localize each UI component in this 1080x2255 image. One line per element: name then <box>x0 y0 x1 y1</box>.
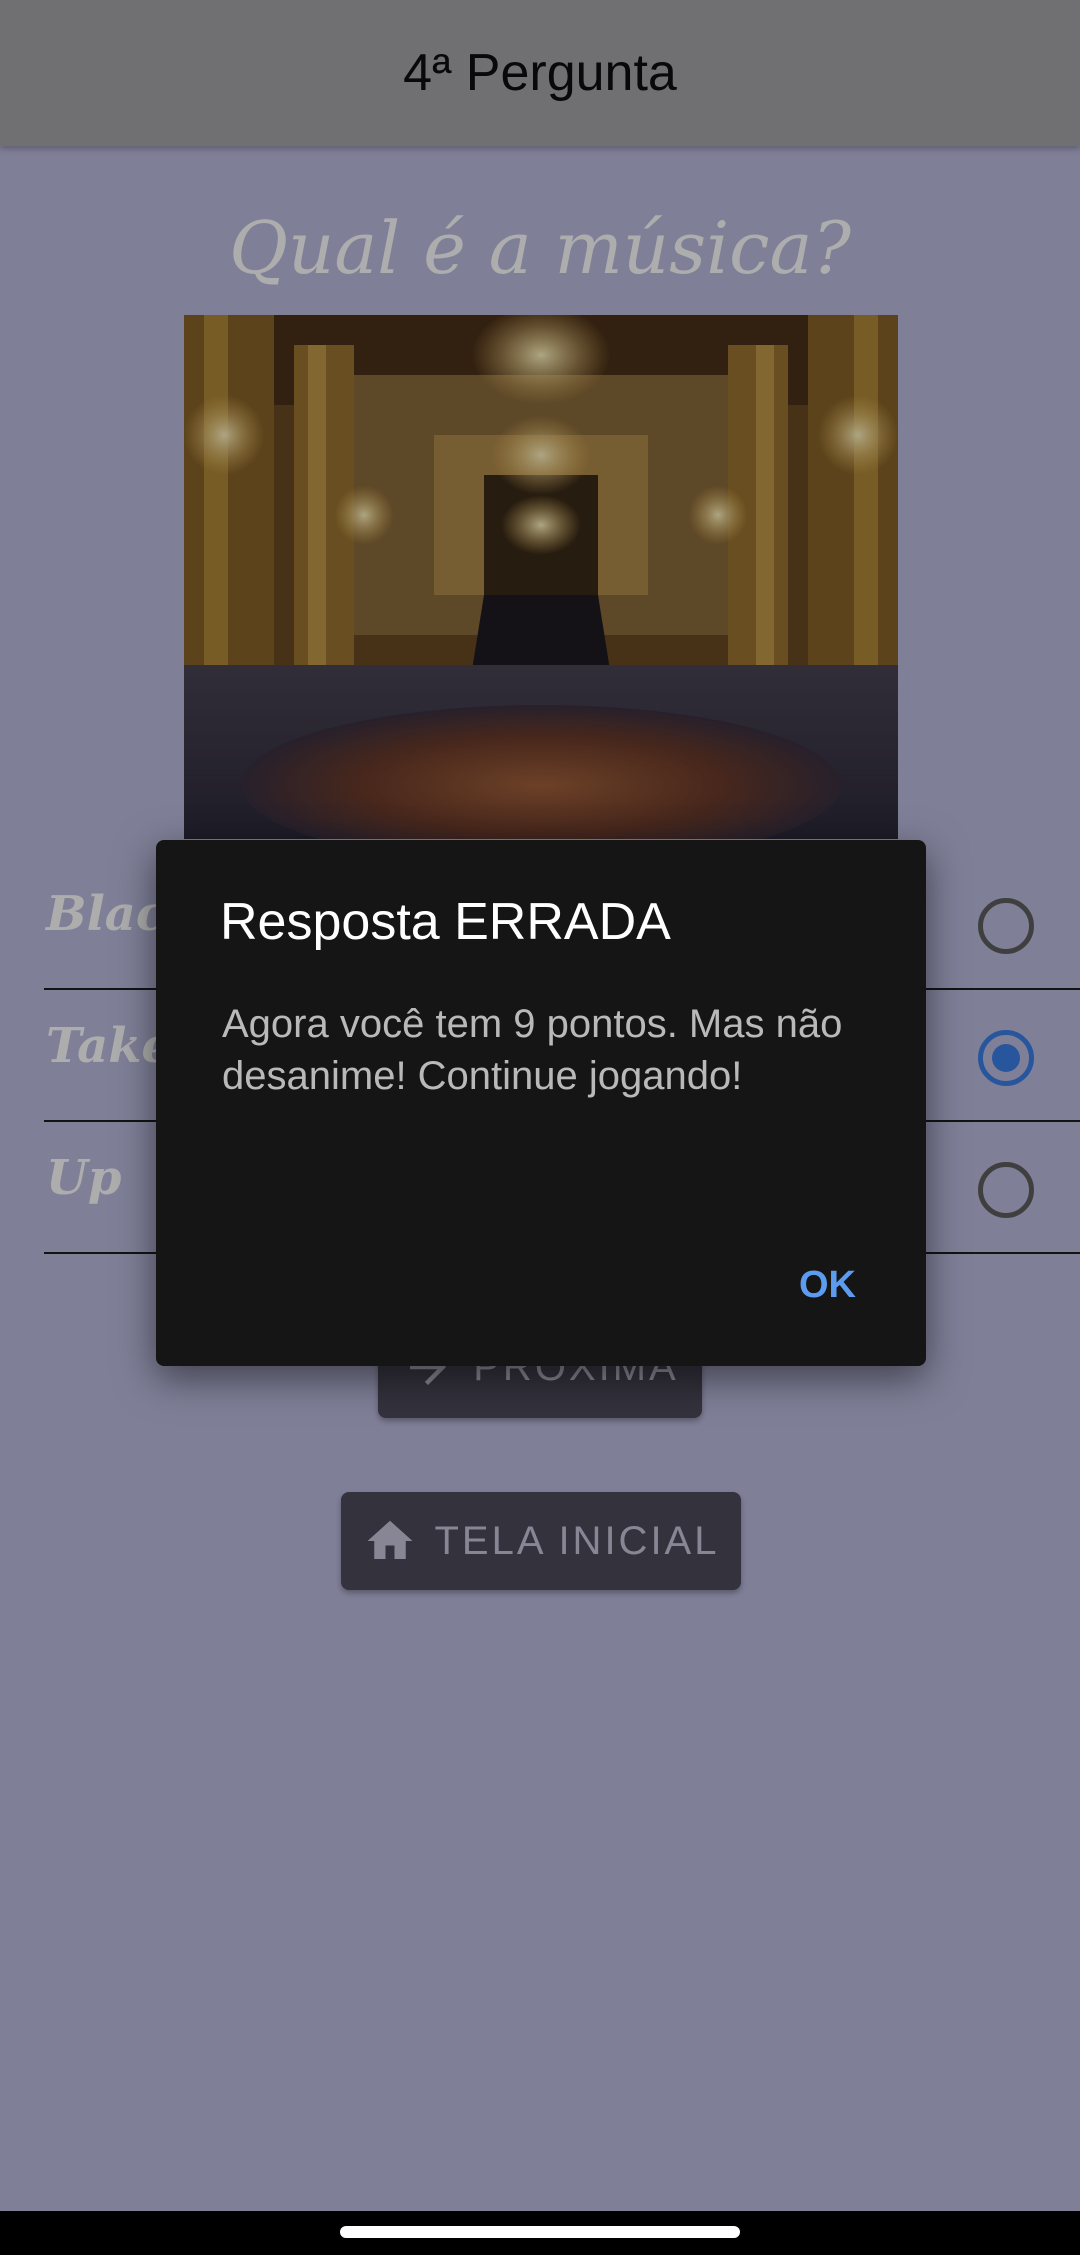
result-dialog: Resposta ERRADA Agora você tem 9 pontos.… <box>156 840 926 1366</box>
ok-button[interactable]: OK <box>799 1264 856 1307</box>
dialog-title: Resposta ERRADA <box>220 893 671 951</box>
system-navigation-bar <box>0 2211 1080 2255</box>
home-gesture-handle[interactable] <box>340 2226 740 2238</box>
dialog-message: Agora você tem 9 pontos. Mas não desanim… <box>222 1002 843 1098</box>
